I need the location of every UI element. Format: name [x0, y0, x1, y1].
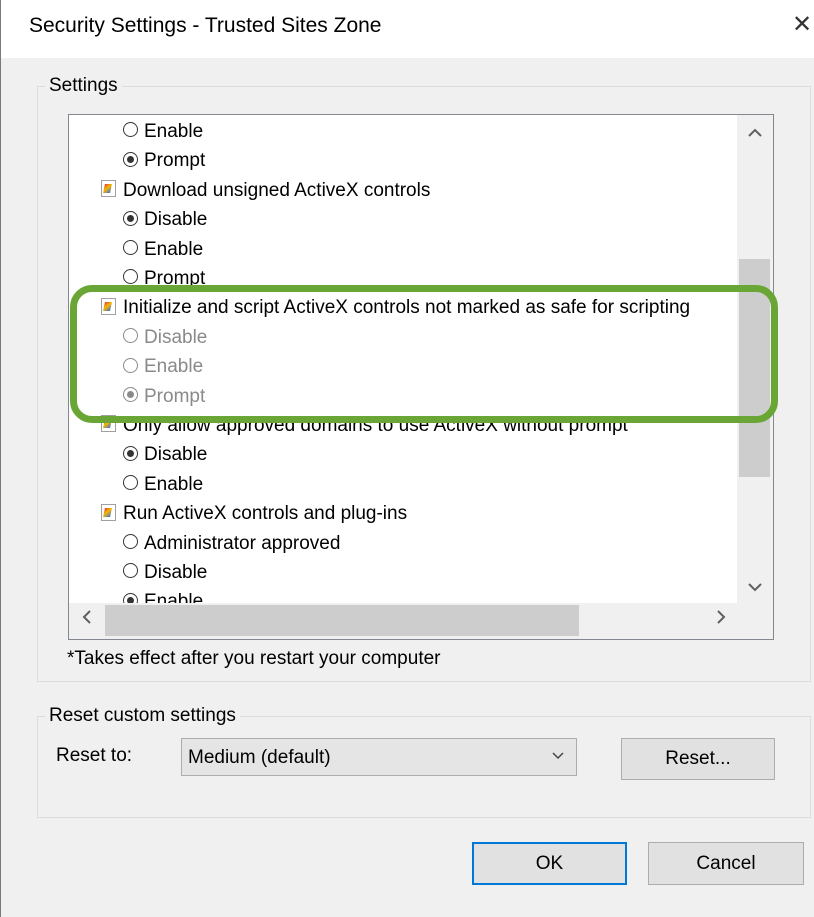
activex-setting-icon [101, 297, 116, 315]
horizontal-scrollbar[interactable] [69, 603, 773, 639]
setting-category: Download unsigned ActiveX controls [101, 176, 430, 205]
setting-option-radio[interactable]: Enable [123, 117, 203, 146]
scroll-left-icon[interactable] [69, 609, 105, 630]
window-title: Security Settings - Trusted Sites Zone [29, 14, 382, 37]
setting-option-label: Enable [144, 473, 204, 495]
activex-setting-icon [101, 180, 116, 198]
setting-option-label: Disable [144, 444, 208, 466]
reset-to-label: Reset to: [56, 745, 133, 766]
radio-unchecked-icon[interactable] [123, 534, 138, 550]
setting-option-label: Prompt [144, 150, 206, 172]
setting-category-label: Initialize and script ActiveX controls n… [123, 297, 691, 319]
reset-button[interactable]: Reset... [621, 738, 775, 780]
radio-checked-icon [123, 387, 138, 403]
radio-unchecked-icon [123, 357, 138, 373]
security-settings-dialog: Security Settings - Trusted Sites Zone ✕… [0, 0, 814, 917]
setting-option-label: Enable [144, 121, 204, 142]
reset-group-label: Reset custom settings [45, 705, 240, 727]
setting-option-label: Enable [144, 356, 204, 378]
reset-level-select[interactable]: Medium (default) [181, 738, 577, 776]
radio-checked-icon[interactable] [123, 445, 138, 461]
activex-setting-icon [101, 415, 116, 433]
setting-option-label: Disable [144, 326, 208, 348]
restart-note: *Takes effect after you restart your com… [67, 648, 441, 669]
settings-list-content: Enable Prompt Download unsigned ActiveX co… [69, 115, 739, 605]
settings-group-label: Settings [45, 75, 122, 97]
setting-category: Run ActiveX controls and plug-ins [101, 499, 407, 528]
setting-option-radio: Enable [123, 352, 203, 381]
setting-option-label: Disable [144, 209, 208, 231]
scrollbar-corner [737, 603, 773, 639]
chevron-down-icon [552, 752, 564, 760]
setting-option-label: Enable [144, 238, 204, 260]
setting-option-label: Prompt [144, 268, 206, 289]
radio-unchecked-icon[interactable] [123, 563, 138, 579]
setting-option-radio[interactable]: Administrator approved [123, 529, 340, 558]
setting-category-label: Run ActiveX controls and plug-ins [123, 503, 408, 525]
scroll-right-icon[interactable] [703, 609, 739, 630]
setting-option-radio[interactable]: Enable [123, 235, 203, 264]
setting-option-radio[interactable]: Prompt [123, 264, 205, 293]
setting-category-label: Download unsigned ActiveX controls [123, 179, 431, 201]
setting-category: Initialize and script ActiveX controls n… [101, 293, 690, 322]
radio-unchecked-icon[interactable] [123, 122, 138, 138]
vertical-scroll-thumb[interactable] [739, 259, 770, 477]
activex-setting-icon [101, 503, 116, 521]
close-icon[interactable]: ✕ [791, 10, 813, 39]
vertical-scrollbar[interactable] [737, 115, 773, 605]
scroll-down-icon[interactable] [737, 579, 773, 597]
setting-category: Only allow approved domains to use Activ… [101, 411, 628, 440]
setting-option-label: Prompt [144, 385, 206, 407]
radio-checked-icon[interactable] [123, 151, 138, 167]
reset-level-value: Medium (default) [188, 747, 331, 768]
setting-option-radio[interactable]: Disable [123, 205, 207, 234]
setting-option-radio: Disable [123, 323, 207, 352]
cancel-button[interactable]: Cancel [648, 842, 804, 885]
setting-option-radio[interactable]: Disable [123, 558, 207, 587]
horizontal-scroll-thumb[interactable] [105, 605, 579, 636]
setting-category-label: Only allow approved domains to use Activ… [123, 415, 628, 436]
setting-option-radio: Prompt [123, 382, 205, 411]
setting-option-radio[interactable]: Disable [123, 440, 207, 469]
radio-unchecked-icon [123, 328, 138, 344]
setting-option-radio[interactable]: Enable [123, 470, 203, 499]
ok-button[interactable]: OK [472, 842, 627, 885]
setting-option-label: Administrator approved [144, 532, 341, 554]
settings-list[interactable]: Enable Prompt Download unsigned ActiveX co… [68, 114, 774, 640]
title-bar: Security Settings - Trusted Sites Zone ✕ [1, 0, 814, 58]
setting-option-label: Disable [144, 562, 208, 583]
setting-option-radio[interactable]: Prompt [123, 146, 205, 175]
radio-unchecked-icon[interactable] [123, 240, 138, 256]
radio-unchecked-icon[interactable] [123, 475, 138, 491]
radio-checked-icon[interactable] [123, 210, 138, 226]
scroll-up-icon[interactable] [737, 125, 773, 143]
radio-unchecked-icon[interactable] [123, 269, 138, 285]
